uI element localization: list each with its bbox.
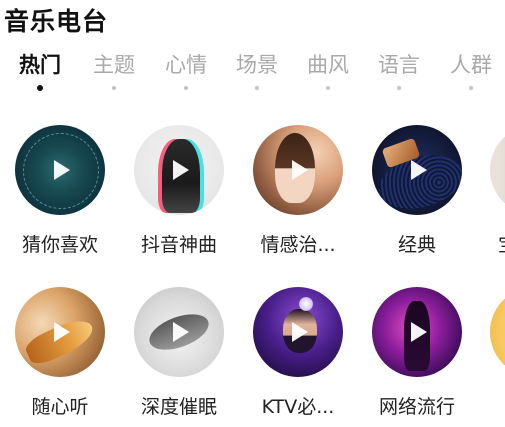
station-cover[interactable] [490, 287, 505, 377]
tab-label: 场景 [236, 53, 278, 77]
station-cover[interactable] [253, 287, 343, 377]
station-cover[interactable] [372, 287, 462, 377]
station-label: 猜你喜欢 [21, 234, 98, 256]
station-card[interactable]: 深度催眠 [124, 285, 234, 420]
station-cover[interactable] [15, 287, 105, 377]
station-card[interactable]: KTV必... [243, 285, 353, 420]
tab-language[interactable]: 语言 [369, 50, 429, 90]
tab-scene[interactable]: 场景 [227, 50, 287, 90]
station-label: 情感治... [260, 234, 336, 256]
station-cover[interactable] [490, 125, 505, 215]
station-label: 抖音神曲 [140, 234, 217, 256]
station-label: 随心听 [31, 396, 89, 418]
station-card[interactable] [480, 285, 505, 420]
station-label: 网络流行 [378, 396, 455, 418]
tab-indicator-dot [112, 86, 116, 90]
station-cover[interactable] [253, 125, 343, 215]
play-icon [54, 322, 70, 342]
station-row: 随心听 深度催眠 KTV必... 网络流行 [0, 285, 505, 420]
station-label: 深度催眠 [140, 396, 217, 418]
station-card[interactable]: 随心听 [5, 285, 115, 420]
tab-genre[interactable]: 曲风 [298, 50, 358, 90]
station-card[interactable]: 经典 [362, 123, 472, 258]
station-row: 猜你喜欢 抖音神曲 情感治... 经典 宝 [0, 123, 505, 258]
station-label: 经典 [397, 234, 436, 256]
play-icon [411, 322, 427, 342]
play-icon [292, 322, 308, 342]
tab-crowd[interactable]: 人群 [441, 50, 501, 90]
play-icon [292, 160, 308, 180]
station-label: 宝 [480, 230, 505, 257]
tab-hot[interactable]: 热门 [10, 50, 70, 91]
tab-indicator-dot [397, 86, 401, 90]
tab-label: 人群 [450, 53, 492, 77]
station-card[interactable]: 猜你喜欢 [5, 123, 115, 258]
tab-indicator-dot [469, 86, 473, 90]
station-label: KTV必... [261, 396, 335, 418]
station-cover[interactable] [134, 287, 224, 377]
tab-mood[interactable]: 心情 [156, 50, 216, 90]
page-title: 音乐电台 [4, 7, 109, 36]
station-card[interactable]: 宝 [480, 123, 505, 258]
tab-label: 语言 [378, 53, 420, 77]
station-cover[interactable] [15, 125, 105, 215]
play-icon [411, 160, 427, 180]
tab-label: 心情 [165, 53, 207, 77]
tab-indicator-dot [37, 85, 43, 91]
station-cover[interactable] [372, 125, 462, 215]
station-card[interactable]: 抖音神曲 [124, 123, 234, 258]
tab-label: 曲风 [307, 53, 349, 77]
tab-label: 主题 [93, 53, 135, 77]
tab-indicator-dot [255, 86, 259, 90]
tab-indicator-dot [326, 86, 330, 90]
tab-indicator-dot [184, 86, 188, 90]
play-icon [173, 160, 189, 180]
station-card[interactable]: 网络流行 [362, 285, 472, 420]
station-cover[interactable] [134, 125, 224, 215]
play-icon [54, 160, 70, 180]
play-icon [173, 322, 189, 342]
tab-label: 热门 [19, 53, 61, 77]
category-tabs: 热门 主题 心情 场景 曲风 语言 人群 [0, 50, 505, 106]
tab-theme[interactable]: 主题 [84, 50, 144, 90]
station-card[interactable]: 情感治... [243, 123, 353, 258]
